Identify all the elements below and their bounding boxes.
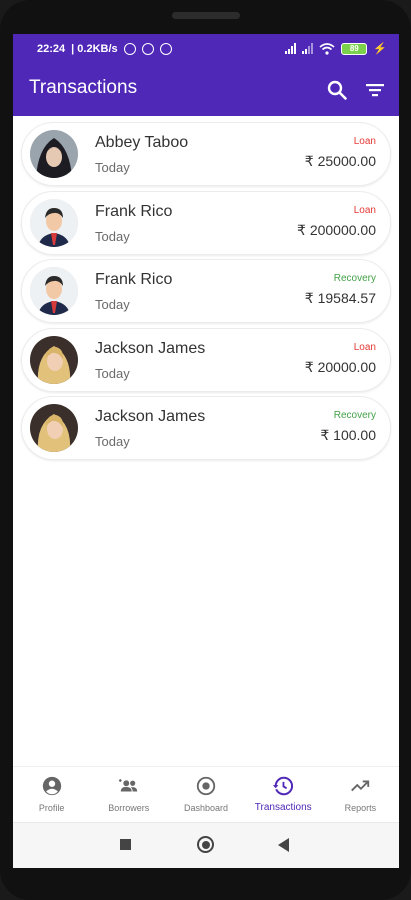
app-bar: Transactions bbox=[13, 64, 399, 116]
avatar bbox=[30, 335, 78, 384]
page-title: Transactions bbox=[29, 77, 138, 98]
transaction-date: Today bbox=[95, 434, 130, 449]
transaction-card[interactable]: Jackson James Today Recovery ₹ 100.00 bbox=[21, 396, 391, 460]
screen: 22:24 | 0.2KB/s 89 ⚡ Transactions Abbey … bbox=[13, 34, 399, 868]
avatar bbox=[30, 404, 78, 452]
borrower-name: Frank Rico bbox=[95, 271, 173, 288]
borrower-name: Jackson James bbox=[95, 408, 206, 425]
nav-label: Borrowers bbox=[108, 803, 150, 813]
wifi-icon bbox=[319, 42, 335, 55]
home-circle-icon[interactable] bbox=[197, 836, 214, 853]
transaction-date: Today bbox=[95, 297, 130, 312]
battery-icon: 89 bbox=[341, 42, 368, 55]
transaction-card[interactable]: Abbey Taboo Today Loan ₹ 25000.00 bbox=[21, 122, 391, 186]
signal-icon bbox=[302, 43, 314, 54]
back-triangle-icon[interactable] bbox=[278, 838, 289, 852]
transaction-amount: ₹ 20000.00 bbox=[304, 358, 376, 375]
app-notification-icon bbox=[141, 43, 154, 55]
transaction-list: Abbey Taboo Today Loan ₹ 25000.00 Frank … bbox=[21, 122, 391, 465]
transaction-card[interactable]: Frank Rico Today Loan ₹ 200000.00 bbox=[21, 190, 391, 255]
transaction-amount: ₹ 200000.00 bbox=[297, 221, 376, 238]
bottom-navigation: Profile Borrowers Dashboard Transactions… bbox=[13, 766, 399, 822]
history-icon bbox=[273, 776, 294, 796]
dashboard-circle-icon bbox=[196, 776, 216, 796]
nav-item-dashboard[interactable]: Dashboard bbox=[167, 767, 244, 822]
nav-item-reports[interactable]: Reports bbox=[322, 767, 399, 822]
nav-item-profile[interactable]: Profile bbox=[13, 767, 90, 822]
borrower-name: Abbey Taboo bbox=[95, 134, 189, 151]
phone-frame: 22:24 | 0.2KB/s 89 ⚡ Transactions Abbey … bbox=[0, 0, 411, 900]
alarm-icon bbox=[123, 43, 136, 55]
transaction-date: Today bbox=[95, 160, 130, 175]
transaction-card[interactable]: Jackson James Today Loan ₹ 20000.00 bbox=[21, 327, 391, 392]
transaction-type: Recovery bbox=[333, 410, 376, 421]
status-left: 22:24 | 0.2KB/s bbox=[37, 43, 172, 55]
transaction-amount: ₹ 19584.57 bbox=[304, 290, 376, 306]
nav-label: Transactions bbox=[254, 802, 312, 813]
avatar bbox=[30, 130, 78, 178]
borrower-name: Jackson James bbox=[95, 339, 206, 357]
system-navigation bbox=[13, 822, 399, 868]
charging-icon: ⚡ bbox=[373, 43, 387, 55]
nav-label: Profile bbox=[38, 803, 65, 813]
recents-square-icon[interactable] bbox=[120, 839, 131, 850]
filter-icon[interactable] bbox=[363, 78, 387, 102]
nav-label: Dashboard bbox=[183, 803, 229, 813]
nav-item-borrowers[interactable]: Borrowers bbox=[90, 767, 167, 822]
people-icon bbox=[118, 779, 138, 792]
avatar bbox=[30, 267, 78, 315]
status-bar: 22:24 | 0.2KB/s 89 ⚡ bbox=[13, 34, 399, 64]
account-circle-icon bbox=[42, 776, 61, 796]
app-notification-icon bbox=[159, 43, 172, 55]
speaker-grille bbox=[172, 12, 240, 19]
avatar bbox=[30, 198, 78, 247]
status-time: 22:24 bbox=[37, 43, 66, 55]
trending-up-icon bbox=[351, 780, 370, 792]
nav-item-transactions[interactable]: Transactions bbox=[245, 767, 322, 822]
transaction-type: Loan bbox=[353, 136, 376, 147]
borrower-name: Frank Rico bbox=[95, 202, 173, 220]
transaction-card[interactable]: Frank Rico Today Recovery ₹ 19584.57 bbox=[21, 259, 391, 323]
transaction-type: Loan bbox=[353, 341, 376, 353]
search-icon[interactable] bbox=[325, 78, 349, 102]
transaction-type: Loan bbox=[353, 204, 376, 216]
status-right: 89 ⚡ bbox=[285, 42, 387, 55]
transaction-amount: ₹ 100.00 bbox=[320, 427, 376, 443]
signal-icon bbox=[285, 43, 297, 54]
network-speed: | 0.2KB/s bbox=[71, 43, 118, 55]
transaction-type: Recovery bbox=[333, 273, 376, 284]
transaction-amount: ₹ 25000.00 bbox=[304, 153, 376, 169]
transaction-date: Today bbox=[95, 228, 130, 244]
transaction-date: Today bbox=[95, 365, 130, 381]
nav-label: Reports bbox=[344, 803, 377, 813]
